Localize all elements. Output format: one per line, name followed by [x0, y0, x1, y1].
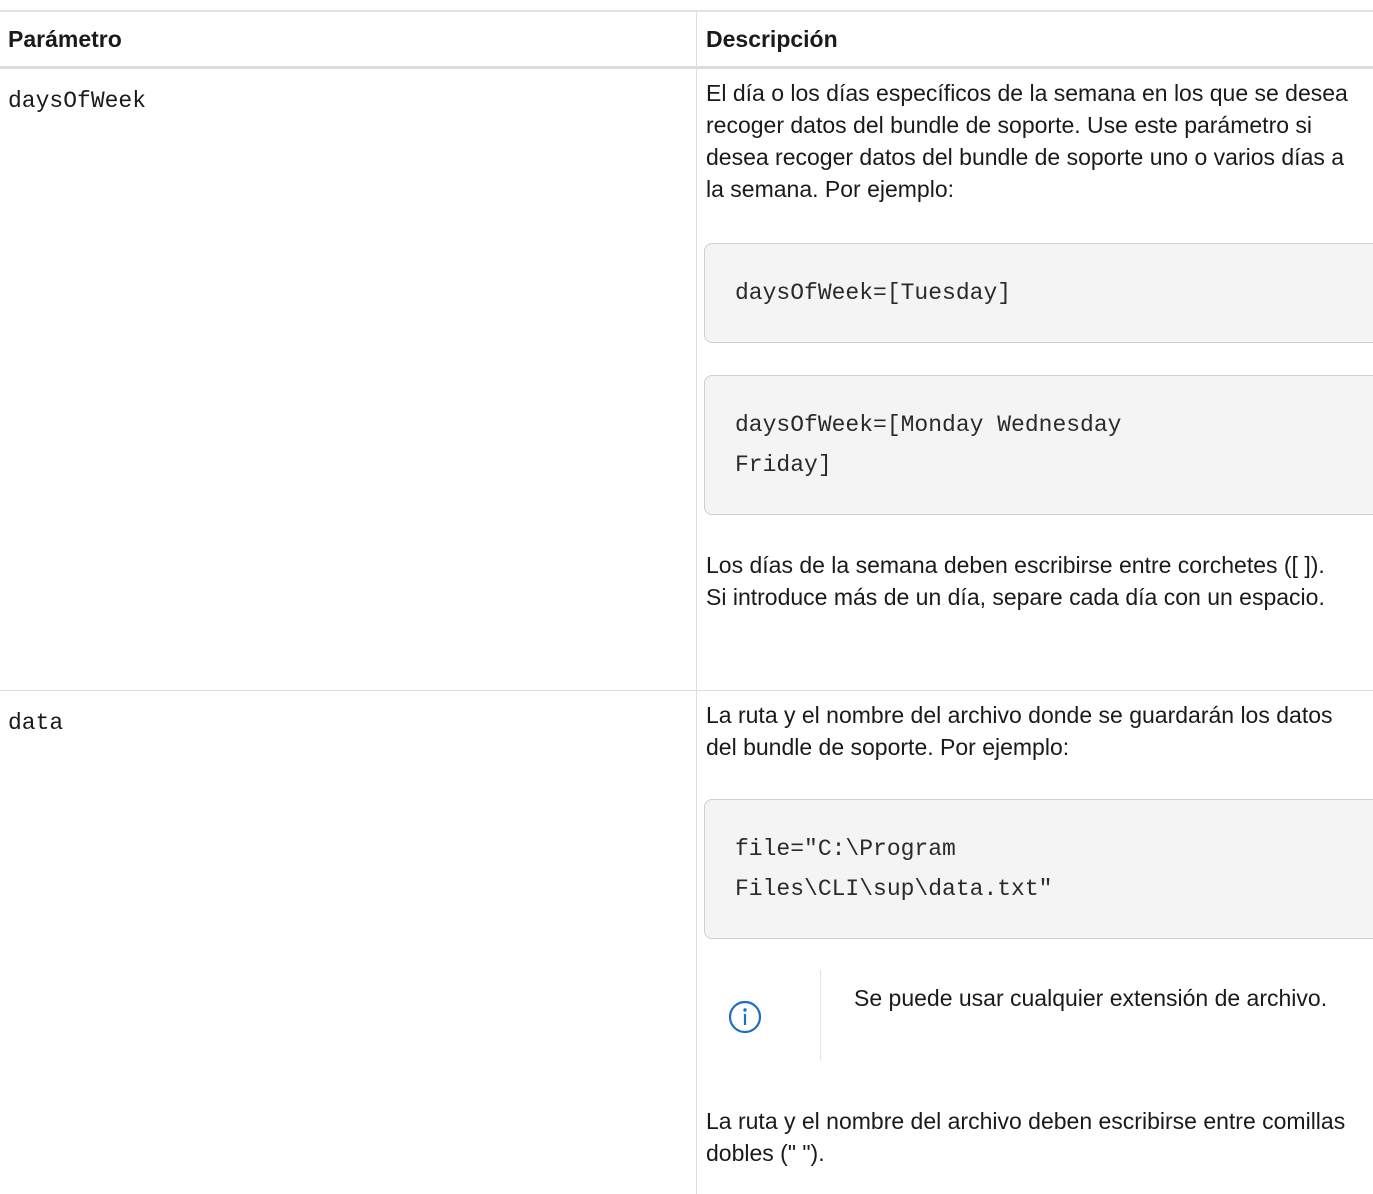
description-outro: Los días de la semana deben escribirse e…	[706, 552, 1325, 610]
code-example: daysOfWeek=[Monday Wednesday Friday]	[704, 375, 1373, 515]
code-example: file="C:\Program Files\CLI\sup\data.txt"	[704, 799, 1373, 939]
description-outro: La ruta y el nombre del archivo deben es…	[706, 1108, 1346, 1166]
code-line: file="C:\Program	[735, 836, 956, 862]
description-intro: La ruta y el nombre del archivo donde se…	[706, 702, 1333, 760]
row-border	[0, 690, 1373, 691]
parameter-name: daysOfWeek	[8, 88, 147, 114]
table-header: Parámetro Descripción	[0, 12, 1373, 66]
header-border	[0, 66, 1373, 69]
parameter-name: data	[8, 710, 64, 736]
note-text: Se puede usar cualquier extensión de arc…	[854, 985, 1328, 1011]
header-parameter: Parámetro	[8, 26, 122, 52]
header-description: Descripción	[706, 26, 838, 52]
parameter-table: Parámetro Descripción daysOfWeek El día …	[0, 10, 1373, 1194]
note-callout: Se puede usar cualquier extensión de arc…	[704, 970, 1364, 1070]
code-line: Friday]	[735, 452, 832, 478]
info-icon	[728, 1000, 762, 1034]
code-line: daysOfWeek=[Tuesday]	[735, 280, 1012, 306]
code-example: daysOfWeek=[Tuesday]	[704, 243, 1373, 343]
code-line: Files\CLI\sup\data.txt"	[735, 876, 1053, 902]
column-divider	[696, 12, 697, 1194]
code-line: daysOfWeek=[Monday Wednesday	[735, 412, 1122, 438]
description-intro: El día o los días específicos de la sema…	[706, 80, 1348, 202]
note-divider	[820, 970, 821, 1060]
